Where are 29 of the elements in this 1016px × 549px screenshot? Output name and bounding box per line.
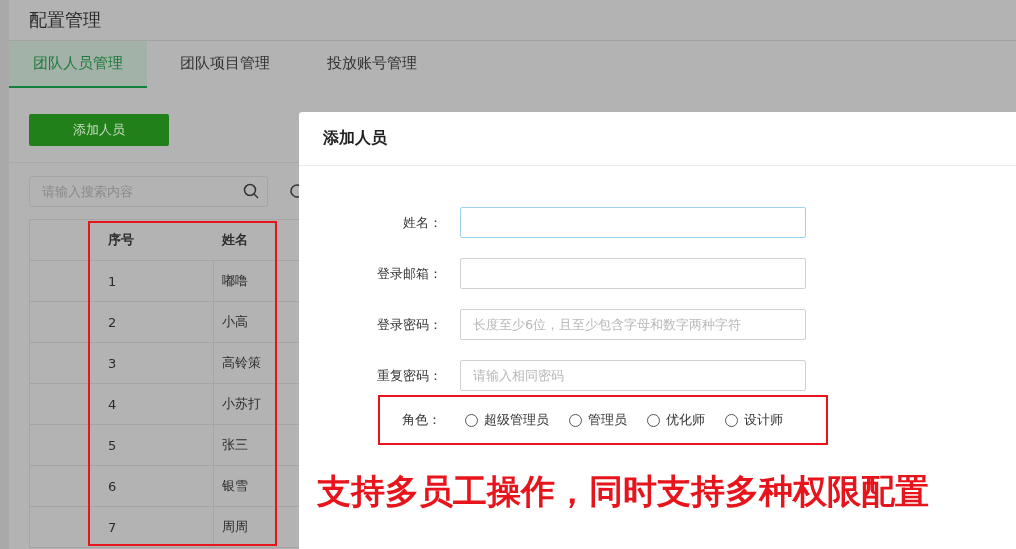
column-header: 序号 xyxy=(107,231,135,249)
column-header: 姓名 xyxy=(221,231,249,249)
dialog-title: 添加人员 xyxy=(323,128,387,149)
radio-label[interactable]: 管理员 xyxy=(588,411,627,429)
input-field[interactable] xyxy=(460,258,806,289)
page-title: 配置管理 xyxy=(29,8,101,32)
radio-label[interactable]: 优化师 xyxy=(666,411,705,429)
input-field[interactable] xyxy=(460,207,806,238)
table-cell-text: 7 xyxy=(107,518,118,537)
table-cell-text: 3 xyxy=(107,354,118,373)
add-button[interactable]: 添加人员 xyxy=(29,114,169,146)
field-label: 重复密码： xyxy=(376,366,443,385)
tab[interactable]: 团队项目管理 xyxy=(156,41,294,88)
field-label: 姓名： xyxy=(402,213,443,232)
radio-label[interactable]: 超级管理员 xyxy=(484,411,549,429)
table-cell-text: 5 xyxy=(107,436,118,455)
input-field[interactable]: 长度至少6位，且至少包含字母和数字两种字符 xyxy=(460,309,806,340)
field-label: 登录密码： xyxy=(376,315,443,334)
table-cell-text: 2 xyxy=(107,313,118,332)
radio-label[interactable]: 设计师 xyxy=(744,411,783,429)
table-cell-text: 6 xyxy=(107,477,118,496)
field-label: 登录邮箱： xyxy=(376,264,443,283)
input-field[interactable]: 请输入相同密码 xyxy=(460,360,806,391)
field-label: 角色： xyxy=(402,411,441,429)
search-icon[interactable] xyxy=(243,182,259,199)
tab[interactable]: 投放账号管理 xyxy=(303,41,441,88)
table-cell-text: 4 xyxy=(107,395,118,414)
annotation-text: 支持多员工操作，同时支持多种权限配置 xyxy=(317,470,930,513)
table-cell-text: 1 xyxy=(107,272,118,291)
